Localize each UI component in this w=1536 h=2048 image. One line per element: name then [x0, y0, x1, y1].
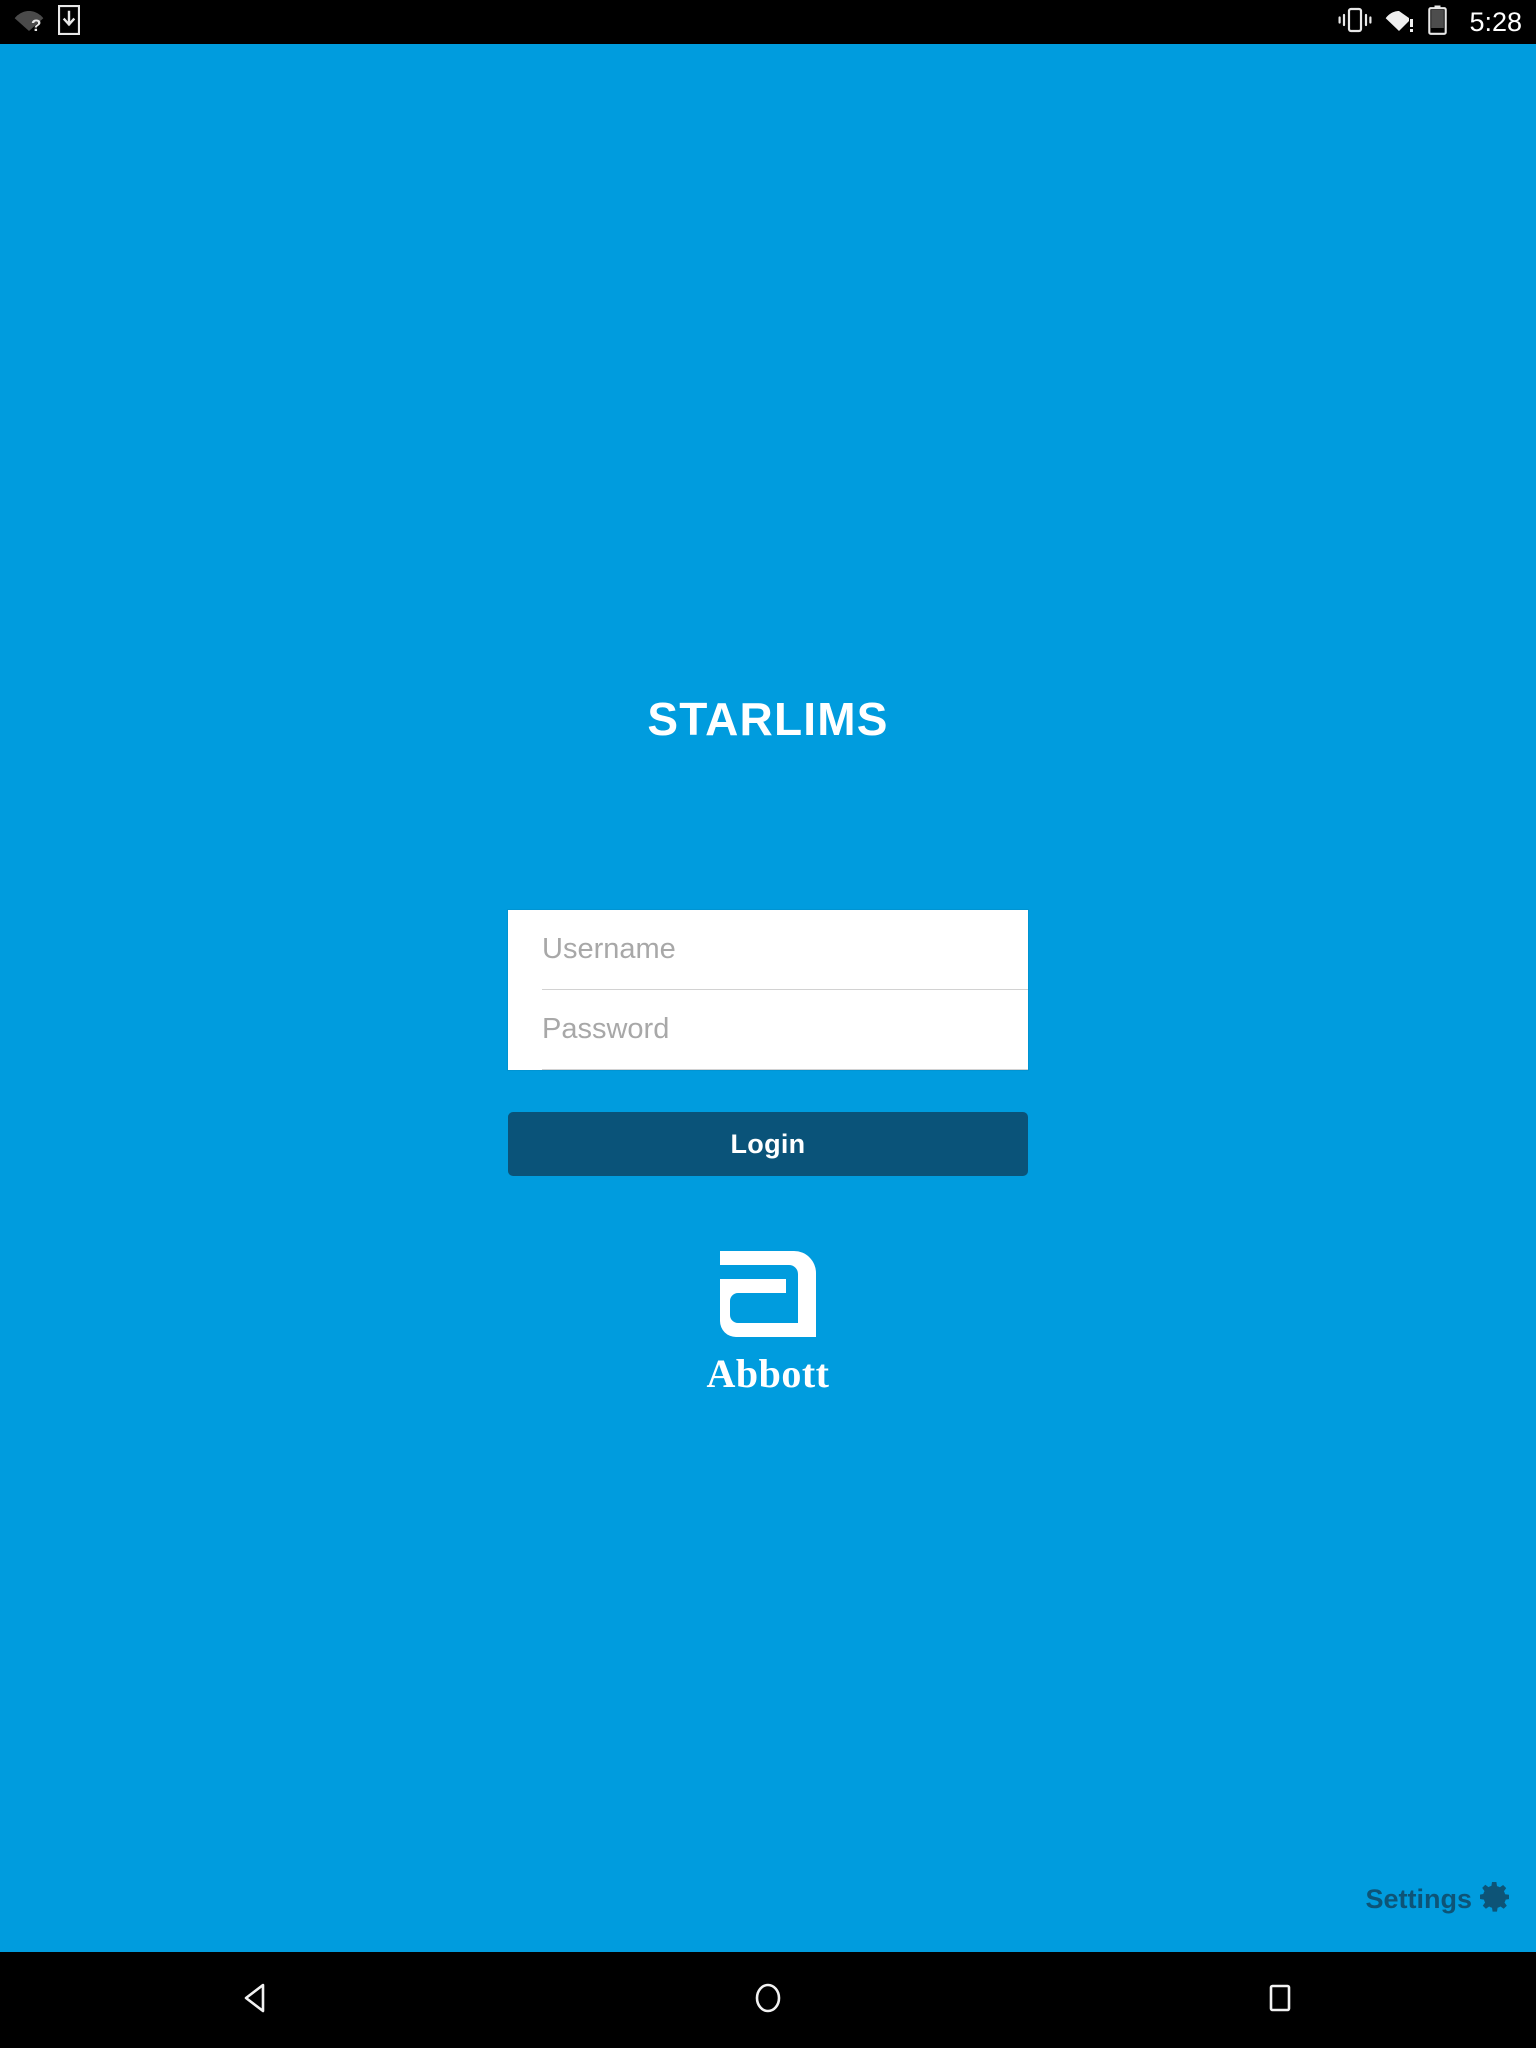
status-bar-right-icons: 5:28: [1338, 5, 1522, 40]
page-title: STARLIMS: [647, 693, 889, 745]
square-icon: [1261, 1979, 1299, 2022]
settings-link[interactable]: Settings: [1365, 1880, 1512, 1919]
password-underline: [542, 1069, 1028, 1070]
username-field-wrapper[interactable]: [508, 910, 1028, 990]
username-input[interactable]: [542, 910, 1012, 989]
home-button[interactable]: [708, 1952, 828, 2048]
login-form: [508, 910, 1028, 1070]
wifi-warning-icon: [1385, 7, 1415, 38]
status-bar-clock: 5:28: [1469, 6, 1522, 37]
password-input[interactable]: [542, 990, 1012, 1069]
android-status-bar: ? 5:28: [0, 0, 1536, 44]
abbott-wordmark: Abbott: [706, 1351, 830, 1396]
battery-icon: [1428, 5, 1448, 40]
status-bar-left-icons: ?: [14, 4, 81, 40]
back-button[interactable]: [196, 1952, 316, 2048]
vibrate-icon: [1338, 6, 1372, 39]
android-nav-bar: [0, 1952, 1536, 2048]
recents-button[interactable]: [1220, 1952, 1340, 2048]
gear-icon[interactable]: [1478, 1880, 1512, 1919]
wifi-unknown-icon: ?: [14, 7, 44, 38]
svg-text:?: ?: [31, 16, 41, 33]
circle-icon: [749, 1979, 787, 2022]
login-screen: STARLIMS Login Abbott Sett: [0, 44, 1536, 1952]
device-screen: ? 5:28 STARLIMS Username Login Abbott Se…: [0, 0, 1536, 2048]
abbott-brand-logo: Abbott: [0, 1247, 1536, 1394]
password-field-wrapper[interactable]: [508, 990, 1028, 1070]
login-button[interactable]: Login: [508, 1112, 1028, 1176]
settings-label: Settings: [1365, 1884, 1472, 1914]
download-icon: [57, 4, 81, 40]
triangle-left-icon: [237, 1979, 275, 2022]
abbott-a-logo: [716, 1247, 820, 1346]
